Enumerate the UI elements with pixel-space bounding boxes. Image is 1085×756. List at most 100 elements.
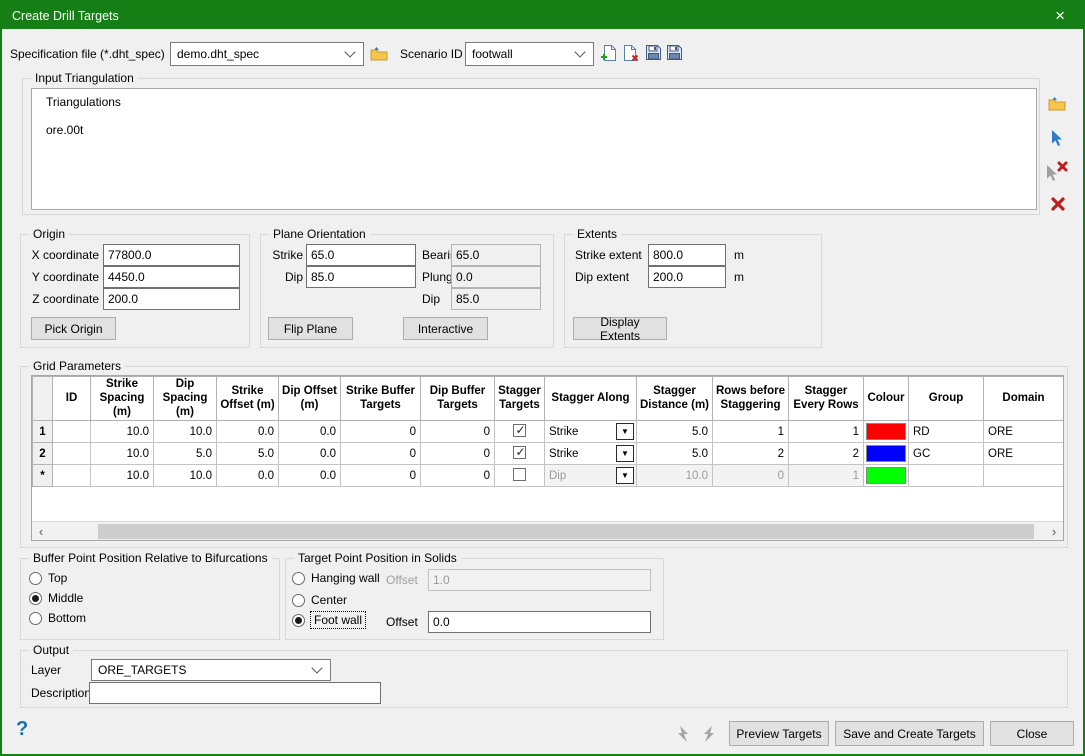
grid-cell[interactable]: 10.0 [153,464,217,488]
grid-cell[interactable]: 0 [420,464,495,488]
grid-cell[interactable]: 0.0 [278,442,341,466]
scenario-id-combobox[interactable]: footwall [465,42,594,66]
apply-forward-icon[interactable] [698,723,720,745]
radio-icon[interactable] [29,571,42,585]
grid-cell[interactable]: 0 [420,420,495,444]
grid-cell[interactable] [983,464,1063,488]
row-header[interactable]: 1 [32,420,53,444]
pick-cursor-icon[interactable] [1048,128,1064,148]
strike-extent-field[interactable] [648,244,726,266]
grid-cell[interactable]: 0.0 [278,464,341,488]
scrollbar-thumb[interactable] [98,524,1034,539]
flip-plane-button[interactable]: Flip Plane [268,317,353,340]
layer-combobox[interactable]: ORE_TARGETS [91,659,331,681]
grid-cell[interactable]: GC [908,442,984,466]
radio-icon[interactable] [292,571,305,585]
grid-cell[interactable]: ORE [983,442,1063,466]
grid-cell[interactable]: Strike ▼ [544,442,637,466]
pick-origin-button[interactable]: Pick Origin [31,317,116,340]
grid-cell[interactable]: 2 [788,442,864,466]
close-icon[interactable]: × [1047,7,1073,24]
triangulation-root[interactable]: Triangulations [46,95,121,109]
grid-cell[interactable]: 1 [788,420,864,444]
description-field[interactable] [89,682,381,704]
unpick-cursor-icon[interactable] [1044,160,1070,182]
radio-center[interactable]: Center [292,591,347,609]
grid-cell[interactable]: 5.0 [636,442,713,466]
grid-cell[interactable]: 0 [420,442,495,466]
grid-cell[interactable] [52,420,91,444]
grid-cell[interactable] [908,464,984,488]
grid-cell[interactable]: RD [908,420,984,444]
grid-cell[interactable]: 5.0 [216,442,279,466]
column-header: Strike Spacing (m) [90,376,154,422]
grid-cell[interactable]: ORE [983,420,1063,444]
remove-icon[interactable] [1049,195,1067,213]
grid-cell[interactable]: 0 [340,442,421,466]
save-icon[interactable] [645,44,662,61]
help-icon[interactable]: ? [16,718,28,741]
grid-cell[interactable]: 10.0 [90,442,154,466]
display-extents-button[interactable]: Display Extents [573,315,667,343]
strike-label: Strike [272,248,303,262]
grid-cell[interactable]: 10.0 [90,464,154,488]
save-and-create-targets-button[interactable]: Save and Create Targets [835,721,984,746]
x-coordinate-field[interactable] [103,244,240,266]
grid-cell[interactable]: 5.0 [636,420,713,444]
radio-icon[interactable] [29,611,42,625]
dip-extent-field[interactable] [648,266,726,288]
grid-cell[interactable]: 2 [712,442,789,466]
load-file-icon[interactable] [1046,93,1068,113]
open-spec-folder-icon[interactable] [369,44,389,63]
radio-middle[interactable]: Middle [29,589,83,607]
grid-cell[interactable]: 5.0 [153,442,217,466]
triangulation-list[interactable]: Triangulations ore.00t [31,88,1037,210]
triangulation-item[interactable]: ore.00t [46,123,83,137]
radio-hanging-wall[interactable]: Hanging wall [292,569,380,587]
radio-icon[interactable] [292,593,305,607]
grid-cell[interactable]: 0 [340,420,421,444]
colour-swatch[interactable] [866,445,906,463]
colour-swatch[interactable] [866,467,906,485]
horizontal-scrollbar[interactable]: ‹ › [32,521,1063,540]
radio-top[interactable]: Top [29,569,67,587]
grid-cell[interactable] [52,464,91,488]
row-header[interactable]: * [32,464,53,488]
apply-back-icon[interactable] [672,723,694,745]
grid-cell[interactable]: 10.0 [153,420,217,444]
grid-cell[interactable]: Strike ▼ [544,420,637,444]
foot-offset-field[interactable] [428,611,651,633]
radio-icon[interactable] [292,613,305,627]
preview-targets-button[interactable]: Preview Targets [729,721,829,746]
dropdown-button[interactable]: ▼ [616,445,634,463]
grid-cell[interactable]: 10.0 [90,420,154,444]
colour-swatch[interactable] [866,423,906,441]
grid-cell[interactable]: 1 [712,420,789,444]
stagger-targets-checkbox[interactable] [513,423,527,437]
grid-cell[interactable]: 0.0 [278,420,341,444]
grid-cell[interactable]: 0.0 [216,420,279,444]
radio-icon[interactable] [29,591,42,605]
interactive-button[interactable]: Interactive [403,317,488,340]
save-as-icon[interactable] [666,44,683,61]
stagger-targets-checkbox[interactable] [513,445,527,459]
y-coordinate-field[interactable] [103,266,240,288]
grid-cell[interactable] [52,442,91,466]
dip-field[interactable] [306,266,416,288]
stagger-targets-checkbox[interactable] [513,467,526,481]
radio-foot-wall[interactable]: Foot wall [292,611,367,629]
z-coordinate-field[interactable] [103,288,240,310]
radio-bottom[interactable]: Bottom [29,609,86,627]
row-header[interactable]: 2 [32,442,53,466]
dropdown-button[interactable]: ▼ [616,467,634,485]
grid-cell[interactable]: 0 [340,464,421,488]
strike-field[interactable] [306,244,416,266]
scroll-left-icon[interactable]: ‹ [32,522,50,540]
scenario-add-icon[interactable] [599,43,617,62]
scenario-delete-icon[interactable] [622,43,640,62]
spec-file-combobox[interactable]: demo.dht_spec [170,42,364,66]
close-button[interactable]: Close [990,721,1074,746]
grid-cell[interactable]: 0.0 [216,464,279,488]
scroll-right-icon[interactable]: › [1045,522,1063,540]
dropdown-button[interactable]: ▼ [616,423,634,441]
